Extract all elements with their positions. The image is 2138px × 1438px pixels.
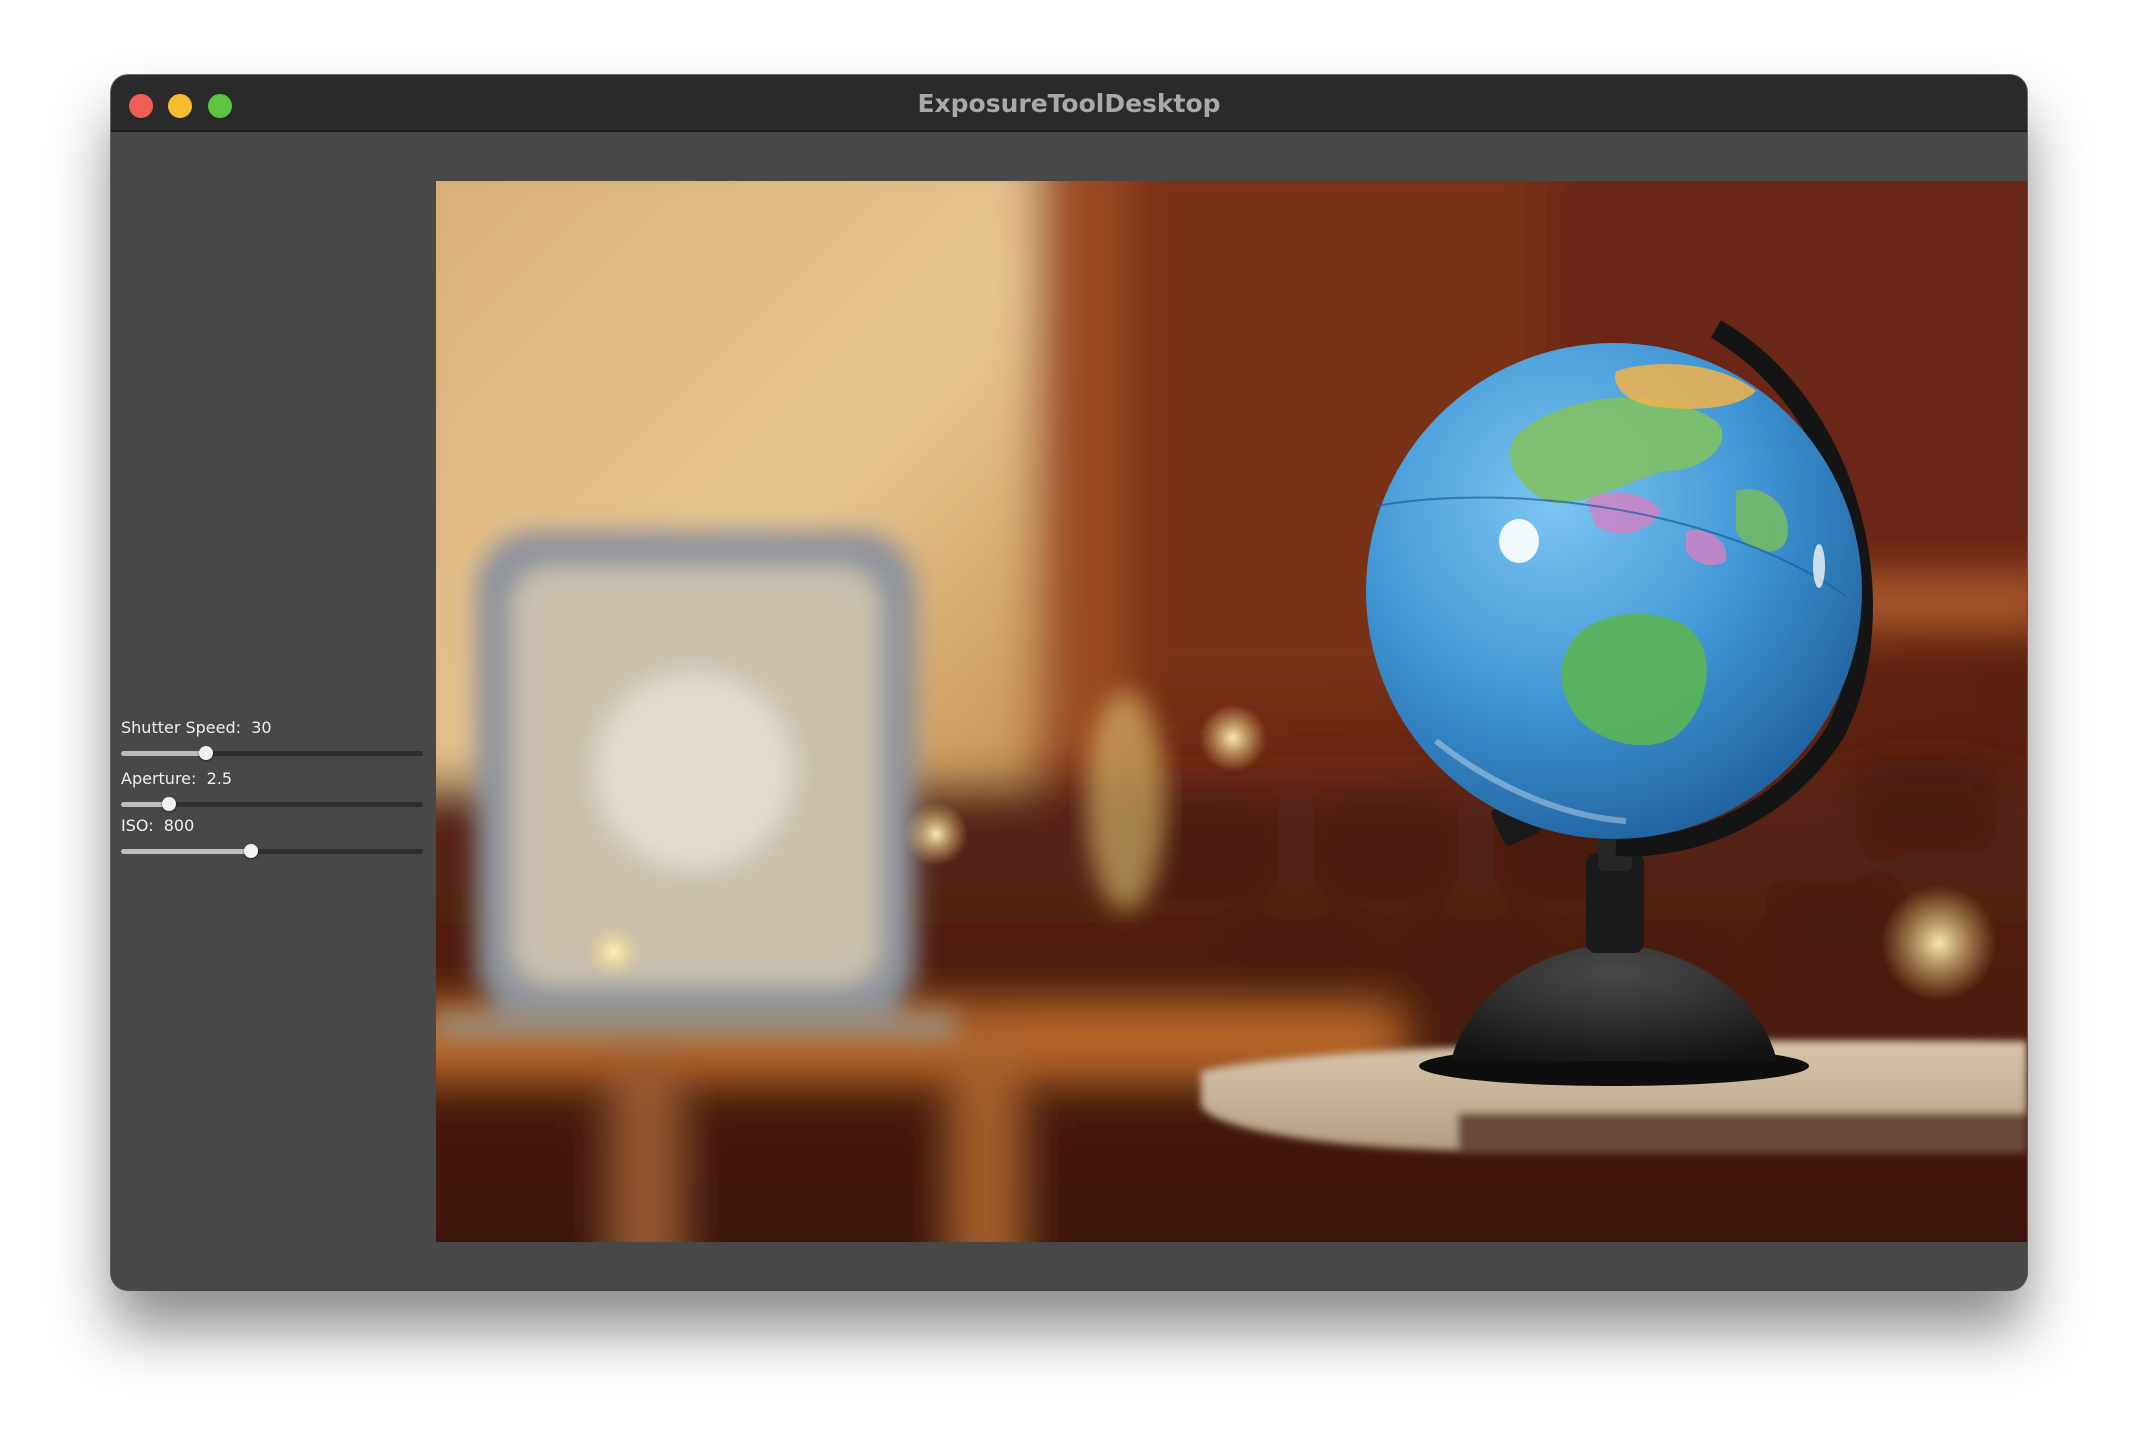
shutter-speed-slider[interactable]: [121, 745, 423, 761]
iso-label: ISO: 800: [121, 816, 195, 835]
aperture-control: Aperture: 2.5: [121, 769, 423, 812]
title-bar[interactable]: ExposureToolDesktop: [111, 75, 2027, 132]
iso-control: ISO: 800: [121, 816, 423, 859]
shutter-speed-slider-thumb[interactable]: [198, 746, 213, 760]
preview-image: [436, 181, 2027, 1242]
aperture-label: Aperture: 2.5: [121, 769, 233, 788]
shutter-speed-control: Shutter Speed: 30: [121, 718, 423, 761]
window-title: ExposureToolDesktop: [917, 89, 1221, 118]
shutter-speed-value: 30: [251, 718, 272, 737]
iso-slider-thumb[interactable]: [243, 844, 258, 858]
aperture-slider[interactable]: [121, 796, 423, 812]
shutter-speed-slider-fill: [121, 751, 206, 756]
fan-blur: [436, 531, 956, 1041]
aperture-slider-thumb[interactable]: [162, 797, 177, 811]
iso-slider[interactable]: [121, 843, 423, 859]
iso-slider-fill: [121, 849, 251, 854]
globe-photo: [436, 181, 2027, 1242]
aperture-value: 2.5: [206, 769, 233, 788]
iso-value: 800: [163, 816, 195, 835]
exposure-controls-panel: Shutter Speed: 30 Aperture: 2.5 ISO: 800: [111, 132, 436, 1290]
app-window: ExposureToolDesktop Shutter Speed: 30 Ap…: [111, 75, 2027, 1290]
shutter-speed-label: Shutter Speed: 30: [121, 718, 272, 737]
